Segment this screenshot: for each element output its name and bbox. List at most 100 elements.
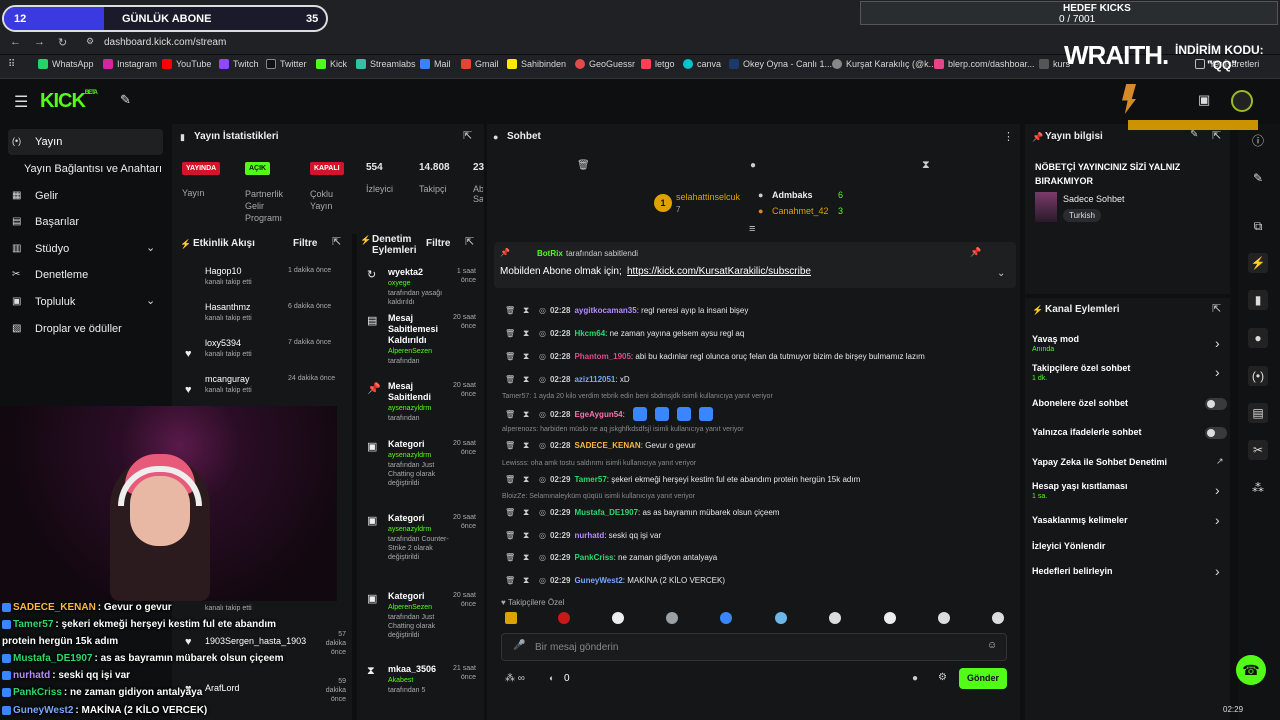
delete-icon[interactable]: 🗑 bbox=[505, 475, 519, 484]
emotes-chat-toggle[interactable] bbox=[1205, 427, 1227, 439]
timeout-icon[interactable]: ⧗ bbox=[523, 328, 535, 339]
emote-icon[interactable] bbox=[720, 612, 732, 624]
chevron-right-icon[interactable]: › bbox=[1215, 482, 1220, 498]
emote-icon[interactable] bbox=[884, 612, 896, 624]
chevron-down-icon[interactable]: ⌄ bbox=[146, 241, 155, 254]
bookmark-blerp[interactable]: blerp.com/dashboar... bbox=[934, 59, 1035, 69]
mod-action-user[interactable]: oxyege bbox=[388, 280, 411, 287]
emote-icon[interactable] bbox=[938, 612, 950, 624]
ai-moderation-label[interactable]: Yapay Zeka ile Sohbet Denetimi bbox=[1032, 457, 1167, 467]
mod-action-title[interactable]: Kategori bbox=[388, 591, 446, 602]
message-user[interactable]: aziz112051 bbox=[574, 375, 615, 384]
emote-icon[interactable] bbox=[992, 612, 1004, 624]
site-info-icon[interactable]: ⚙ bbox=[86, 36, 94, 47]
banned-words-label[interactable]: Yasaklanmış kelimeler bbox=[1032, 515, 1128, 525]
bookmark-letgo[interactable]: letgo bbox=[641, 59, 675, 69]
message-user[interactable]: GuneyWest2 bbox=[574, 576, 622, 585]
reply-context[interactable]: alperenozs: harbiden müslo ne aq jskghfk… bbox=[502, 426, 744, 433]
bookmark-youtube[interactable]: YouTube bbox=[162, 59, 211, 69]
chevron-down-icon[interactable]: ⌄ bbox=[997, 268, 1005, 279]
mod-action-title[interactable]: wyekta2 bbox=[388, 267, 446, 278]
sidebar-item-basarilar[interactable]: Başarılar bbox=[35, 216, 79, 228]
event-user[interactable]: ArafLord bbox=[205, 683, 240, 693]
chevron-right-icon[interactable]: › bbox=[1215, 335, 1220, 351]
timeout-icon[interactable]: ⧗ bbox=[523, 474, 535, 485]
reply-context[interactable]: BloizZe: Selamınaleyküm qüqüü isimli kul… bbox=[502, 493, 695, 500]
mod-action-title[interactable]: Kategori bbox=[388, 439, 446, 450]
trash-icon[interactable]: 🗑 bbox=[577, 160, 590, 171]
emotes-chat-label[interactable]: Yalnızca ifadelerle sohbet bbox=[1032, 427, 1142, 437]
timeout-icon[interactable]: ⧗ bbox=[523, 374, 535, 385]
message-user[interactable]: Hkcm64 bbox=[574, 329, 605, 338]
bookmark-kursat[interactable]: Kurşat Karakılıç (@k... bbox=[832, 59, 936, 69]
mod-action-user[interactable]: aysenazyldrm bbox=[388, 452, 431, 459]
kick-logo[interactable]: KICKBETA bbox=[40, 90, 98, 113]
timeout-icon[interactable]: ⧗ bbox=[523, 409, 535, 420]
pinned-link[interactable]: https://kick.com/KursatKarakilic/subscri… bbox=[627, 266, 811, 277]
mod-action-title[interactable]: Mesaj Sabitlendi bbox=[388, 381, 446, 403]
popout-icon[interactable]: ⇱ bbox=[1212, 129, 1221, 142]
event-user[interactable]: Hasanthmz bbox=[205, 302, 251, 312]
timeout-icon[interactable]: ⧗ bbox=[523, 507, 535, 518]
goals-label[interactable]: Hedefleri belirleyin bbox=[1032, 566, 1113, 576]
mod-action-user[interactable]: AlperenSezen bbox=[388, 348, 432, 355]
message-user[interactable]: Phantom_1905 bbox=[574, 352, 630, 361]
url-text[interactable]: dashboard.kick.com/stream bbox=[104, 37, 226, 48]
tag-badge[interactable]: Turkish bbox=[1063, 209, 1101, 222]
delete-icon[interactable]: 🗑 bbox=[505, 508, 519, 517]
crop-icon[interactable]: ⧉ bbox=[1248, 216, 1268, 236]
bookmark-okey[interactable]: Okey Oyna - Canlı 1... bbox=[729, 59, 832, 69]
message-user[interactable]: Tamer57 bbox=[574, 475, 606, 484]
mod-action-title[interactable]: mkaa_3506 bbox=[388, 664, 446, 675]
chat-bubble-icon[interactable]: ● bbox=[912, 673, 918, 684]
expand-icon[interactable]: ≡ bbox=[749, 223, 755, 235]
timeout-icon[interactable]: ⧗ bbox=[523, 440, 535, 451]
delete-icon[interactable]: 🗑 bbox=[505, 553, 519, 562]
mod-action-user[interactable]: Akabest bbox=[388, 677, 413, 684]
delete-icon[interactable]: 🗑 bbox=[505, 441, 519, 450]
forward-icon[interactable]: → bbox=[34, 36, 45, 48]
wrench-icon[interactable]: ✂ bbox=[1248, 440, 1268, 460]
mod-action-title[interactable]: Mesaj Sabitlemesi Kaldırıldı bbox=[388, 313, 446, 346]
emote-icon[interactable] bbox=[666, 612, 678, 624]
timeout-icon[interactable]: ⧗ bbox=[523, 305, 535, 316]
event-user[interactable]: 1903Sergen_hasta_1903 bbox=[205, 636, 306, 646]
avatar[interactable] bbox=[1231, 90, 1253, 112]
edit-icon[interactable]: ✎ bbox=[1190, 129, 1198, 140]
timeout-icon[interactable]: ⧗ bbox=[523, 552, 535, 563]
delete-icon[interactable]: 🗑 bbox=[505, 410, 519, 419]
popout-icon[interactable]: ⇱ bbox=[465, 235, 474, 248]
event-user[interactable]: mcanguray bbox=[205, 374, 250, 384]
slow-mode-label[interactable]: Yavaş mod bbox=[1032, 334, 1079, 344]
sidebar-item-stream-key[interactable]: Yayın Bağlantısı ve Anahtarı bbox=[24, 163, 162, 175]
mod-action-user[interactable]: aysenazyldrm bbox=[388, 405, 431, 412]
points-icon[interactable]: ⁂ ∞ bbox=[505, 673, 525, 684]
back-icon[interactable]: ← bbox=[10, 36, 21, 48]
timeout-icon[interactable]: ⧗ bbox=[523, 351, 535, 362]
delete-icon[interactable]: 🗑 bbox=[505, 306, 519, 315]
emoji-icon[interactable]: ☺ bbox=[987, 640, 997, 651]
bookmark-gmail[interactable]: Gmail bbox=[461, 59, 499, 69]
emote-icon[interactable] bbox=[775, 612, 787, 624]
reply-context[interactable]: Tamer57: 1 ayda 20 kilo verdim tebrik ed… bbox=[502, 393, 773, 400]
followers-chat-label[interactable]: Takipçilere özel sohbet bbox=[1032, 363, 1130, 373]
bookmark-twitter[interactable]: Twitter bbox=[266, 59, 307, 69]
second-gifter-name[interactable]: Admbaks bbox=[772, 190, 813, 200]
grid-icon[interactable]: ▤ bbox=[1248, 403, 1268, 423]
mod-action-user[interactable]: AlperenSezen bbox=[388, 604, 432, 611]
mod-filter-button[interactable]: Filtre bbox=[426, 238, 450, 249]
chat-icon[interactable]: ● bbox=[1248, 328, 1268, 348]
pinned-by-user[interactable]: BotRix bbox=[537, 249, 563, 258]
help-chat-button[interactable]: ☎ bbox=[1236, 655, 1266, 685]
third-gifter-name[interactable]: Canahmet_42 bbox=[772, 206, 829, 216]
edit-icon[interactable]: ✎ bbox=[1248, 168, 1268, 188]
timeout-icon[interactable]: ⧗ bbox=[523, 575, 535, 586]
sidebar-item-topluluk[interactable]: Topluluk bbox=[35, 296, 75, 308]
redirect-label[interactable]: İzleyici Yönlendir bbox=[1032, 541, 1105, 551]
sidebar-item-denetleme[interactable]: Denetleme bbox=[35, 269, 88, 281]
message-user[interactable]: SADECE_KENAN bbox=[574, 441, 640, 450]
popout-icon[interactable]: ⇱ bbox=[1212, 302, 1221, 315]
mod-action-title[interactable]: Kategori bbox=[388, 513, 446, 524]
community-icon[interactable]: ⁂ bbox=[1248, 478, 1268, 498]
delete-icon[interactable]: 🗑 bbox=[505, 375, 519, 384]
